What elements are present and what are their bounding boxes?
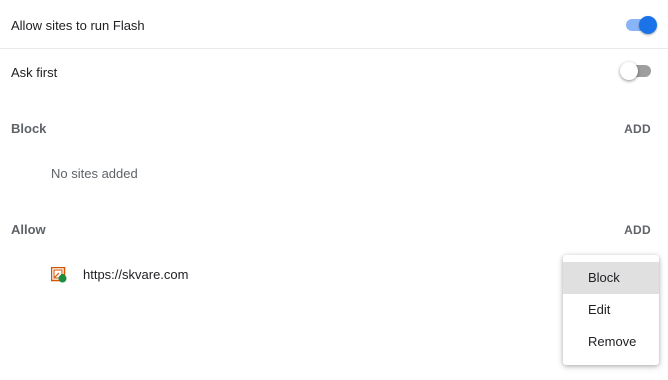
- menu-item-block[interactable]: Block: [563, 262, 659, 294]
- flash-toggle-label: Allow sites to run Flash: [11, 18, 145, 33]
- skvare-favicon-icon: [50, 266, 67, 283]
- flash-toggle-knob: [639, 16, 657, 34]
- block-section-heading: Block: [11, 121, 47, 136]
- block-empty-text: No sites added: [51, 166, 138, 181]
- divider: [0, 48, 668, 49]
- ask-first-label: Ask first: [11, 65, 58, 80]
- flash-toggle[interactable]: [623, 15, 657, 35]
- menu-item-remove[interactable]: Remove: [563, 326, 659, 358]
- allow-section-heading: Allow: [11, 222, 46, 237]
- allowed-site-url: https://skvare.com: [83, 267, 189, 282]
- allow-add-button[interactable]: ADD: [624, 223, 651, 237]
- menu-item-edit[interactable]: Edit: [563, 294, 659, 326]
- flash-settings-page: Allow sites to run Flash Ask first Block…: [0, 0, 668, 380]
- site-context-menu: Block Edit Remove: [563, 255, 659, 365]
- block-add-button[interactable]: ADD: [624, 122, 651, 136]
- ask-first-toggle[interactable]: [620, 61, 652, 81]
- ask-first-toggle-knob: [620, 62, 638, 80]
